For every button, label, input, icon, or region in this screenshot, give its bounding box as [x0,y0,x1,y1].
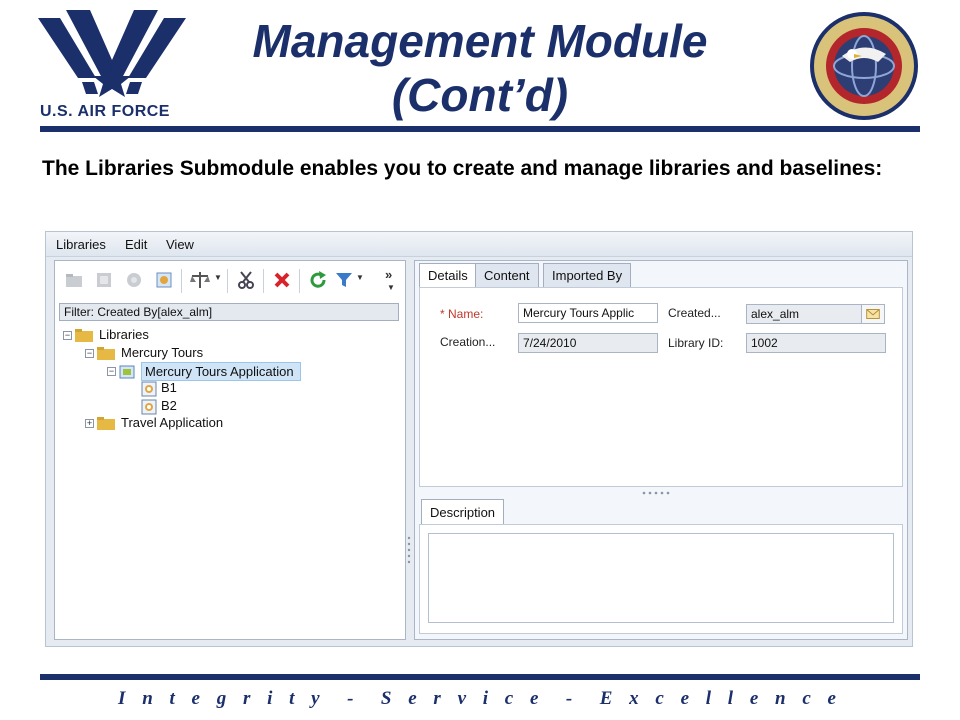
library-id-label: Library ID: [668,336,724,350]
creation-date-field: 7/24/2010 [518,333,658,353]
library-icon [119,365,135,379]
lifecycle-center-seal [810,12,918,120]
new-library-icon[interactable] [93,269,115,291]
slide-title: Management Module (Cont’d) [210,14,750,122]
air-force-wordmark: U.S. AIR FORCE [40,103,170,120]
compare-dropdown-icon[interactable]: ▼ [214,273,222,282]
mail-icon[interactable] [861,304,885,324]
toolbar-separator [299,269,300,293]
filter-icon[interactable] [333,269,355,291]
footer-motto: I n t e g r i t y - S e r v i c e - E x … [118,688,842,709]
menu-libraries[interactable]: Libraries [56,237,106,252]
library-id-field: 1002 [746,333,886,353]
tab-details[interactable]: Details [419,263,477,289]
new-folder-icon[interactable] [63,269,85,291]
tree-node-mercury-tours-application[interactable]: Mercury Tours Application [141,362,301,381]
tree-node-travel-application[interactable]: Travel Application [121,415,223,430]
name-field[interactable]: Mercury Tours Applic [518,303,658,323]
name-label: * Name: [440,307,484,321]
description-editor[interactable] [428,533,894,623]
more-icon[interactable]: » [385,267,392,282]
expander-mercury-tours[interactable]: − [85,349,94,358]
tab-imported-by[interactable]: Imported By [543,263,632,287]
refresh-icon[interactable] [307,269,329,291]
app-window: Libraries Edit View ▼ ▼ » ▼ Filter: Crea… [45,231,913,647]
filter-dropdown-icon[interactable]: ▼ [356,273,364,282]
tab-description[interactable]: Description [421,499,505,525]
library-tree-pane: ▼ ▼ » ▼ Filter: Created By[alex_alm] − L… [54,260,406,640]
details-pane: Details Content Imported By * Name: Merc… [414,260,908,640]
new-baseline-icon[interactable] [123,269,145,291]
slide-subtitle: The Libraries Submodule enables you to c… [42,157,883,180]
title-line-2: (Cont’d) [391,69,569,121]
tree-node-b1[interactable]: B1 [161,380,177,395]
folder-icon [97,417,115,430]
tree-node-libraries[interactable]: Libraries [99,327,149,342]
expander-travel-application[interactable]: + [85,419,94,428]
created-by-field: alex_alm [746,304,862,324]
toolbar-separator [263,269,264,293]
created-by-label: Created... [668,306,721,320]
baseline-icon [141,381,157,397]
cut-icon[interactable] [235,269,257,291]
toolbar-separator [227,269,228,293]
toolbar-separator [181,269,182,293]
header-rule [40,126,920,132]
menu-view[interactable]: View [166,237,194,252]
expander-mercury-tours-application[interactable]: − [107,367,116,376]
vertical-splitter[interactable] [406,532,412,572]
horizontal-splitter-grip-icon[interactable] [641,491,671,495]
title-line-1: Management Module [252,15,708,67]
expander-libraries[interactable]: − [63,331,72,340]
tab-content[interactable]: Content [475,263,539,287]
filter-bar[interactable]: Filter: Created By[alex_alm] [59,303,399,321]
creation-date-label: Creation... [440,335,496,349]
details-form: * Name: Mercury Tours Applic Created... … [419,287,903,487]
menu-edit[interactable]: Edit [125,237,147,252]
menu-bar: Libraries Edit View [46,232,912,257]
import-icon[interactable] [153,269,175,291]
folder-icon [75,329,93,342]
tree-toolbar: ▼ ▼ » ▼ [57,263,403,297]
more-dropdown-icon[interactable]: ▼ [387,283,395,292]
tree-node-mercury-tours[interactable]: Mercury Tours [121,345,203,360]
folder-icon [97,347,115,360]
footer-rule [40,674,920,680]
tree-node-b2[interactable]: B2 [161,398,177,413]
description-panel [419,524,903,634]
splitter-grip-icon [407,536,411,564]
baseline-icon [141,399,157,415]
delete-icon[interactable] [271,269,293,291]
compare-icon[interactable] [189,269,211,291]
